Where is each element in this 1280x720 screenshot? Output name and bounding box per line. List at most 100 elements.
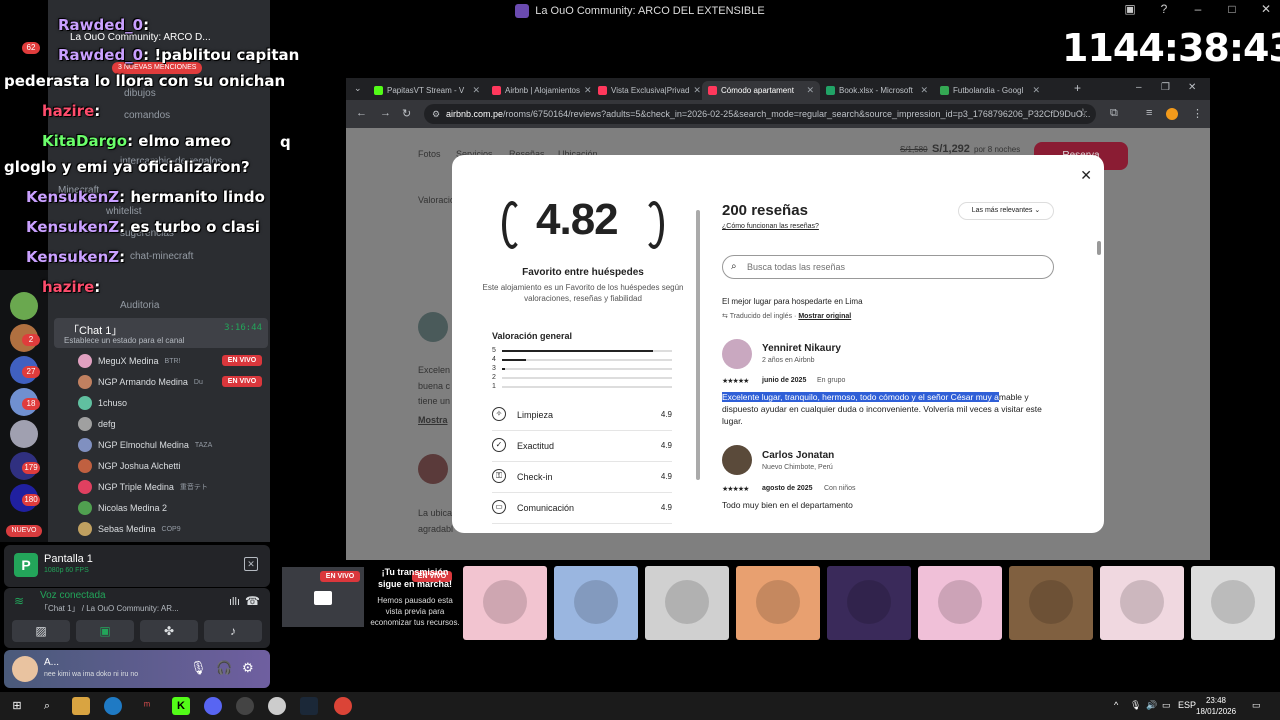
maximize-icon[interactable]: □ [1224, 2, 1240, 16]
close-icon[interactable]: ✕ [1258, 2, 1274, 16]
tray-chevron-icon[interactable]: ^ [1114, 700, 1118, 710]
show-original-link[interactable]: Mostrar original [798, 313, 851, 320]
avatar[interactable] [722, 445, 752, 475]
bg-show-more[interactable]: Mostra [418, 415, 448, 425]
close-tab-icon[interactable]: ✕ [1032, 85, 1040, 96]
keyboard-language[interactable]: ESP [1178, 700, 1196, 710]
site-info-icon[interactable]: ⚙ [432, 104, 440, 124]
voice-channel-chat1[interactable]: 「Chat 1」 Establece un estado para el can… [54, 318, 268, 348]
discord-icon[interactable] [204, 697, 222, 715]
nav-fotos[interactable]: Fotos [418, 149, 441, 159]
reviewer-name[interactable]: Yenniret Nikaury [762, 343, 841, 354]
how-reviews-work-link[interactable]: ¿Cómo funcionan las reseñas? [722, 223, 819, 230]
minimize-icon[interactable]: – [1190, 2, 1206, 16]
profile-avatar[interactable] [1166, 108, 1178, 120]
avatar[interactable] [418, 454, 448, 484]
share-screen-button[interactable]: ▣ [76, 620, 134, 642]
voice-user[interactable]: NGP Triple Medina 重音テト [78, 478, 208, 496]
viewer-tile[interactable] [918, 566, 1002, 640]
channel-whitelist[interactable]: whitelist [106, 206, 142, 217]
help-icon[interactable]: ? [1156, 2, 1172, 16]
voice-user[interactable]: MeguX Medina BTR! [78, 352, 181, 370]
viewer-tile[interactable] [463, 566, 547, 640]
headphones-icon[interactable]: 🎧 [216, 660, 232, 676]
close-icon[interactable]: ✕ [1080, 167, 1092, 184]
bookmark-star-icon[interactable]: ☆ [1078, 106, 1088, 119]
signal-icon[interactable]: ≋ [14, 594, 24, 608]
disconnect-icon[interactable]: ☎ [245, 594, 260, 608]
windows-start-icon[interactable]: ⊞ [8, 697, 26, 715]
viewer-tile[interactable] [645, 566, 729, 640]
voice-user[interactable]: Sebas Medina COP9 [78, 520, 181, 538]
voice-user[interactable]: 1chuso [78, 394, 133, 412]
steam-icon[interactable] [300, 697, 318, 715]
media-icon[interactable]: ≡ [1146, 107, 1152, 119]
search-icon[interactable]: ⌕ [38, 697, 56, 715]
obs-icon[interactable] [236, 697, 254, 715]
viewer-tile[interactable] [1009, 566, 1093, 640]
channel-comandos[interactable]: comandos [124, 110, 170, 121]
voice-user[interactable]: NGP Elmochul Medina TAZA [78, 436, 212, 454]
channel-auditoria[interactable]: Auditoria [120, 300, 159, 311]
server-icon[interactable] [10, 292, 38, 320]
volume-icon[interactable]: 🔊 [1146, 700, 1157, 711]
voice-user[interactable]: Nicolas Medina 2 [78, 499, 173, 517]
activities-button[interactable]: ✤ [140, 620, 198, 642]
mic-icon[interactable]: 🎙 [190, 660, 207, 676]
app-icon[interactable] [268, 697, 286, 715]
browser-tab[interactable]: PapitasVT Stream - V ✕ [368, 81, 486, 100]
close-tab-icon[interactable]: ✕ [472, 85, 480, 96]
chrome-icon[interactable] [334, 697, 352, 715]
edge-icon[interactable] [104, 697, 122, 715]
sort-dropdown[interactable]: Las más relevantes ⌄ [958, 202, 1054, 220]
close-icon[interactable]: ✕ [1188, 82, 1196, 93]
kick-icon[interactable]: K [172, 697, 190, 715]
avatar[interactable] [418, 312, 448, 342]
server-icon[interactable] [10, 420, 38, 448]
extensions-icon[interactable]: ⧉ [1110, 107, 1118, 120]
forward-icon[interactable]: → [380, 107, 391, 119]
camera-button[interactable]: ▨ [12, 620, 70, 642]
back-icon[interactable]: ← [356, 107, 367, 119]
clock[interactable]: 23:48 18/01/2026 [1196, 695, 1236, 717]
minimize-icon[interactable]: – [1136, 82, 1142, 93]
channel-chat-minecraft[interactable]: chat-minecraft [130, 251, 193, 262]
notifications-icon[interactable]: ▭ [1252, 700, 1261, 711]
browser-tab[interactable]: Futbolandia - Googl ✕ [934, 81, 1046, 100]
reviews-search-input[interactable]: ⌕ Busca todas las reseñas [722, 255, 1054, 279]
browser-tab[interactable]: Book.xlsx - Microsoft ✕ [820, 81, 934, 100]
viewer-tile[interactable] [554, 566, 638, 640]
mic-icon[interactable]: 🎙 [1130, 700, 1141, 711]
viewer-tile[interactable] [827, 566, 911, 640]
noise-icon[interactable]: ıllı [229, 596, 240, 608]
stop-share-icon[interactable]: ✕ [244, 557, 258, 571]
close-tab-icon[interactable]: ✕ [584, 85, 592, 96]
close-tab-icon[interactable]: ✕ [806, 85, 814, 96]
avatar[interactable] [12, 656, 38, 682]
voice-connected-channel[interactable]: 「Chat 1」 / La OuO Community: AR... [40, 603, 179, 614]
reviewer-name[interactable]: Carlos Jonatan [762, 450, 834, 461]
avatar[interactable] [722, 339, 752, 369]
voice-user[interactable]: NGP Joshua Alchetti [78, 457, 186, 475]
close-tab-icon[interactable]: ✕ [920, 85, 928, 96]
viewer-tile[interactable] [1100, 566, 1184, 640]
left-scrollbar[interactable] [696, 210, 700, 480]
browser-tab[interactable]: Airbnb | Alojamientos ✕ [486, 81, 592, 100]
file-explorer-icon[interactable] [72, 697, 90, 715]
viewer-tile[interactable] [1191, 566, 1275, 640]
reload-icon[interactable]: ↻ [402, 107, 411, 120]
browser-tab[interactable]: Cómodo apartament ✕ [702, 81, 820, 100]
app-icon[interactable]: ᵐ [138, 697, 156, 715]
voice-user[interactable]: NGP Armando Medina Du [78, 373, 203, 391]
browser-tab[interactable]: Vista Exclusiva|Privad ✕ [592, 81, 702, 100]
tab-search-icon[interactable]: ⌄ [354, 83, 362, 94]
network-icon[interactable]: ▭ [1162, 700, 1171, 711]
inbox-icon[interactable]: ▣ [1122, 2, 1138, 16]
restore-icon[interactable]: ❐ [1161, 82, 1170, 93]
viewer-tile[interactable] [736, 566, 820, 640]
soundboard-button[interactable]: ♪ [204, 620, 262, 642]
right-scrollbar[interactable] [1097, 241, 1101, 255]
menu-icon[interactable]: ⋮ [1192, 107, 1203, 120]
close-tab-icon[interactable]: ✕ [693, 85, 701, 96]
voice-user[interactable]: defg [78, 415, 122, 433]
